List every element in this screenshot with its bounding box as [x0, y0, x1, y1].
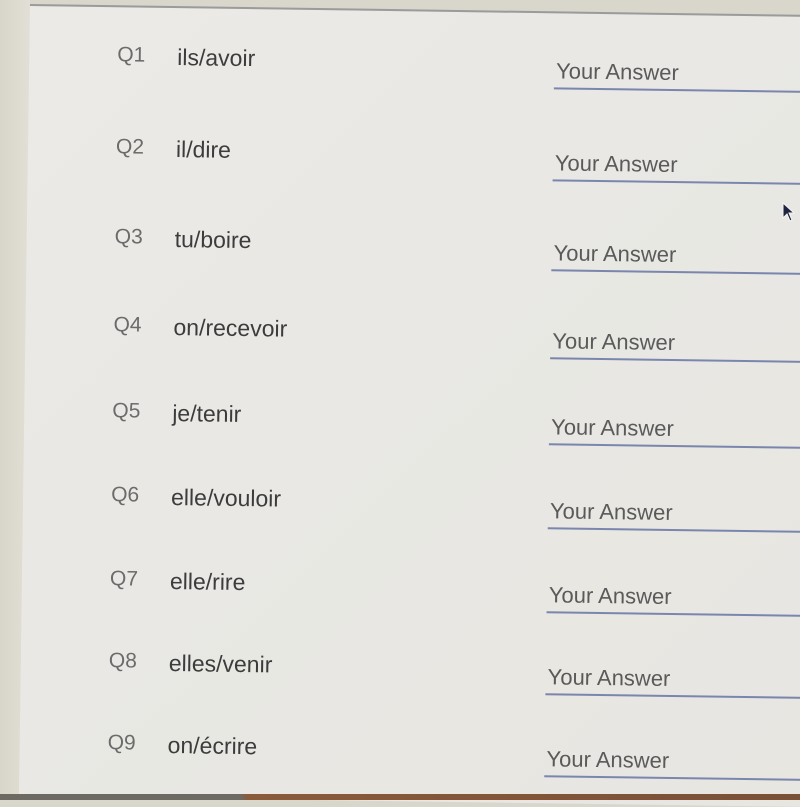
- question-prompt: il/dire: [175, 136, 232, 163]
- question-number: Q3: [114, 225, 143, 249]
- answer-input-q9[interactable]: [544, 743, 800, 782]
- question-prompt: elle/vouloir: [170, 484, 282, 512]
- question-prompt: je/tenir: [172, 400, 242, 427]
- quiz-page: Q1 ils/avoir Q2 il/dire Q3 tu/boire Q4 o…: [18, 4, 800, 807]
- question-prompt: on/recevoir: [173, 314, 288, 342]
- question-row-5: Q5 je/tenir: [24, 398, 800, 450]
- question-prompt: elles/venir: [168, 650, 273, 678]
- question-prompt: elle/rire: [169, 568, 246, 596]
- question-prompt: on/écrire: [167, 731, 258, 760]
- answer-input-q1[interactable]: [553, 55, 800, 94]
- answer-input-q6[interactable]: [547, 495, 800, 534]
- question-number: Q9: [107, 731, 136, 755]
- question-row-6: Q6 elle/vouloir: [23, 482, 800, 534]
- question-prompt: ils/avoir: [177, 44, 256, 72]
- question-prompt: tu/boire: [174, 226, 252, 254]
- question-number: Q6: [110, 483, 140, 507]
- question-row-8: Q8 elles/venir: [20, 648, 800, 700]
- question-row-1: Q1 ils/avoir: [29, 42, 800, 94]
- question-number: Q5: [112, 399, 141, 423]
- answer-input-q7[interactable]: [546, 579, 800, 618]
- answer-input-q4[interactable]: [550, 325, 800, 364]
- question-row-4: Q4 on/recevoir: [25, 312, 800, 364]
- question-row-2: Q2 il/dire: [28, 134, 800, 186]
- answer-input-q2[interactable]: [552, 147, 800, 186]
- answer-input-q3[interactable]: [551, 237, 800, 276]
- screen-bezel-bottom: [0, 794, 800, 800]
- mouse-pointer-icon: [782, 202, 796, 222]
- answer-input-q8[interactable]: [545, 661, 800, 700]
- question-number: Q7: [109, 567, 139, 591]
- question-number: Q1: [117, 43, 146, 67]
- question-row-9: Q9 on/écrire: [19, 730, 800, 782]
- answer-input-q5[interactable]: [548, 411, 800, 450]
- question-number: Q2: [115, 135, 145, 159]
- question-row-3: Q3 tu/boire: [26, 224, 800, 276]
- question-number: Q8: [108, 649, 138, 673]
- question-number: Q4: [113, 313, 142, 337]
- question-row-7: Q7 elle/rire: [22, 566, 800, 618]
